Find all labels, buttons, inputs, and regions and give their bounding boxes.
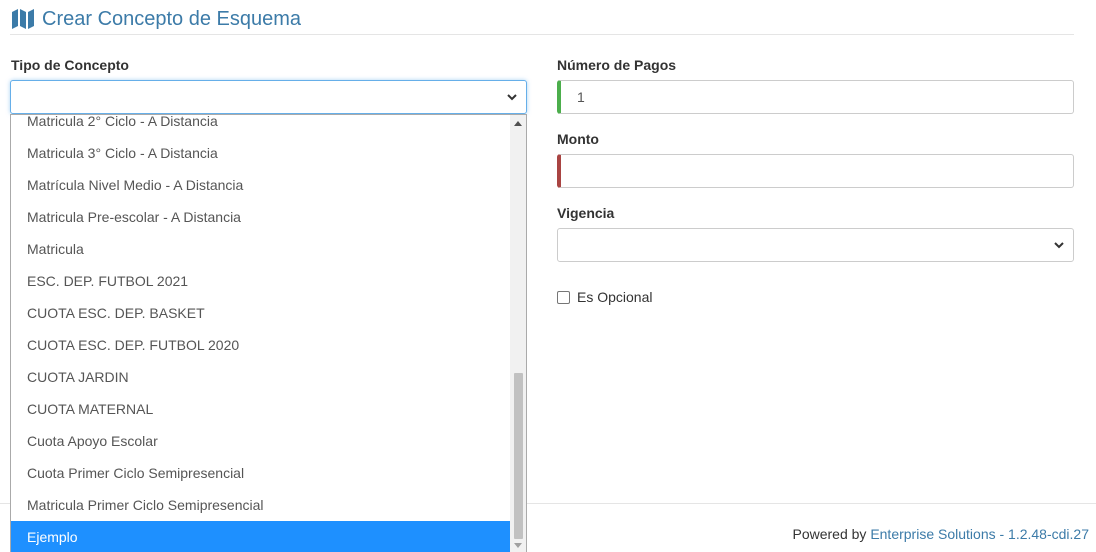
dropdown-scrollbar[interactable]: [510, 115, 526, 552]
map-icon: [12, 9, 34, 29]
dropdown-option[interactable]: CUOTA JARDIN: [11, 361, 510, 393]
dropdown-option[interactable]: Matricula 2° Ciclo - A Distancia: [11, 115, 510, 137]
dropdown-option[interactable]: Matricula 3° Ciclo - A Distancia: [11, 137, 510, 169]
vigencia-label: Vigencia: [557, 205, 615, 221]
dropdown-option[interactable]: Matrícula Nivel Medio - A Distancia: [11, 169, 510, 201]
dropdown-option[interactable]: Matricula: [11, 233, 510, 265]
dropdown-option[interactable]: CUOTA ESC. DEP. FUTBOL 2020: [11, 329, 510, 361]
numero-pagos-label: Número de Pagos: [557, 57, 677, 73]
monto-label: Monto: [557, 131, 599, 147]
dropdown-option[interactable]: CUOTA ESC. DEP. BASKET: [11, 297, 510, 329]
dropdown-option[interactable]: Matricula Primer Ciclo Semipresencial: [11, 489, 510, 521]
title-divider: [10, 34, 1074, 35]
dropdown-option[interactable]: Matricula Pre-escolar - A Distancia: [11, 201, 510, 233]
tipo-concepto-label: Tipo de Concepto: [11, 57, 129, 73]
scroll-down-arrow-icon[interactable]: [514, 543, 522, 548]
monto-input[interactable]: [557, 154, 1074, 188]
tipo-concepto-select[interactable]: [10, 80, 527, 114]
scroll-up-arrow-icon[interactable]: [514, 121, 522, 126]
dropdown-option[interactable]: Cuota Apoyo Escolar: [11, 425, 510, 457]
chevron-down-icon: [1054, 242, 1064, 249]
vigencia-select[interactable]: [557, 228, 1074, 262]
dropdown-options: Matricula 2° Ciclo - A Distancia Matricu…: [11, 115, 510, 552]
page-title: Crear Concepto de Esquema: [42, 8, 302, 30]
dropdown-option[interactable]: Cuota Primer Ciclo Semipresencial: [11, 457, 510, 489]
es-opcional-label[interactable]: Es Opcional: [577, 289, 652, 305]
tipo-concepto-dropdown[interactable]: Matricula 2° Ciclo - A Distancia Matricu…: [10, 114, 527, 552]
page-header: Crear Concepto de Esquema: [12, 6, 301, 32]
numero-pagos-input[interactable]: 1: [557, 80, 1074, 114]
footer-prefix: Powered by: [792, 526, 871, 542]
dropdown-option[interactable]: ESC. DEP. FUTBOL 2021: [11, 265, 510, 297]
dropdown-option[interactable]: CUOTA MATERNAL: [11, 393, 510, 425]
chevron-down-icon: [507, 94, 517, 101]
footer-brand-link[interactable]: Enterprise Solutions - 1.2.48-cdi.27: [870, 526, 1089, 542]
dropdown-option-highlighted[interactable]: Ejemplo: [11, 521, 510, 552]
scrollbar-thumb[interactable]: [514, 373, 523, 539]
footer: Powered by Enterprise Solutions - 1.2.48…: [792, 526, 1089, 542]
es-opcional-checkbox[interactable]: [557, 290, 570, 304]
es-opcional-row[interactable]: Es Opcional: [557, 289, 652, 305]
